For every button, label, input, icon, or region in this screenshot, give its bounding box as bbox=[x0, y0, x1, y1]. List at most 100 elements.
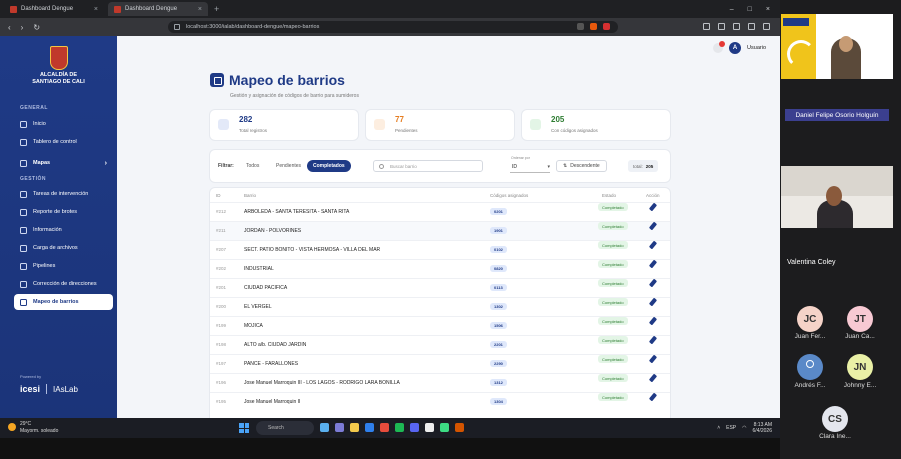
sidebar-item-tablero[interactable]: Tablero de control bbox=[14, 134, 113, 150]
browser-tab-2[interactable]: Dashboard Dengue × bbox=[108, 2, 208, 16]
shield-icon[interactable] bbox=[590, 23, 597, 30]
task-view-icon[interactable] bbox=[335, 423, 344, 432]
edit-pencil-icon[interactable] bbox=[648, 392, 658, 402]
sidebar-item-informacion[interactable]: Información bbox=[14, 222, 113, 238]
table-row[interactable]: #211JORDAN - POLVORINES19141901Completad… bbox=[210, 221, 670, 240]
share-icon[interactable] bbox=[577, 23, 584, 30]
video-tile-speaker[interactable] bbox=[781, 166, 893, 228]
sidebar-item-label: Reporte de brotes bbox=[33, 209, 78, 215]
edit-pencil-icon[interactable] bbox=[648, 278, 658, 288]
status-badge: Completado bbox=[598, 241, 628, 249]
location-icon bbox=[20, 280, 27, 288]
edit-pencil-icon[interactable] bbox=[648, 240, 658, 250]
participant-avatar[interactable] bbox=[797, 354, 823, 380]
app-icon[interactable] bbox=[455, 423, 464, 432]
table-row[interactable]: #199 MOJICA 1506 Completado bbox=[210, 316, 670, 335]
browser-tab-1[interactable]: Dashboard Dengue × bbox=[4, 2, 104, 16]
bell-icon[interactable] bbox=[713, 41, 726, 53]
sidebar-item-tareas[interactable]: Tareas de intervención bbox=[14, 186, 113, 202]
weather-widget[interactable]: 29°C Mayorm. soleado bbox=[8, 421, 58, 434]
table-row[interactable]: #195 Jose Manuel Marroquin II 1304 Completa… bbox=[210, 392, 670, 411]
settings-icon[interactable] bbox=[748, 23, 755, 30]
table-row[interactable]: #201 CIUDAD PACIFICA 0113 Completado bbox=[210, 278, 670, 297]
user-name[interactable]: Usuario bbox=[747, 45, 766, 51]
table-row[interactable]: #207 SECT. PATIO BONITO - VISTA HERMOSA -… bbox=[210, 240, 670, 259]
row-barrio: CIUDAD PACIFICA bbox=[244, 285, 288, 291]
edit-pencil-icon[interactable] bbox=[648, 316, 658, 326]
url-field[interactable]: localhost:3000/ialab/dashboard-dengue/ma… bbox=[168, 21, 618, 33]
table-row[interactable]: #202 INDUSTRIAL 0820 Completado bbox=[210, 259, 670, 278]
video-tile-presenter[interactable] bbox=[781, 14, 893, 79]
edit-pencil-icon[interactable] bbox=[648, 373, 658, 383]
sidebar-item-brotes[interactable]: Reporte de brotes bbox=[14, 204, 113, 220]
reload-icon[interactable]: ↻ bbox=[33, 23, 40, 32]
table-row[interactable]: #212 ARBOLEDA - SANTA TERESITA - SANTA RI… bbox=[210, 202, 670, 221]
app: ALCALDÍA DE SANTIAGO DE CALI GENERAL Ini… bbox=[0, 36, 780, 418]
edit-pencil-icon[interactable] bbox=[648, 221, 658, 231]
chip-todos[interactable]: Todos bbox=[240, 160, 265, 172]
windows-start-icon[interactable] bbox=[239, 423, 249, 433]
stat-value: 282 bbox=[239, 115, 253, 124]
sort-direction-button[interactable]: ⇅ Descendente bbox=[556, 160, 607, 172]
edge-icon[interactable] bbox=[365, 423, 374, 432]
table-row[interactable]: #197 PANCE - FARALLONES 2290 Completado bbox=[210, 354, 670, 373]
chip-completados[interactable]: Completados bbox=[307, 160, 351, 172]
sidebar-icon[interactable] bbox=[718, 23, 725, 30]
clock[interactable]: 8:13 AM 6/4/2026 bbox=[753, 422, 772, 434]
close-window-icon[interactable]: × bbox=[766, 6, 770, 13]
sidebar-item-pipelines[interactable]: Pipelines bbox=[14, 258, 113, 274]
participant-avatar[interactable]: CS bbox=[822, 406, 848, 432]
edit-pencil-icon[interactable] bbox=[648, 297, 658, 307]
lang-indicator[interactable]: ESP bbox=[726, 425, 736, 431]
participant-avatar[interactable]: JC bbox=[797, 306, 823, 332]
table-row[interactable]: #196 Jose Manuel Marroquin III - LOS LAGO… bbox=[210, 373, 670, 392]
chip-pendientes[interactable]: Pendientes bbox=[270, 160, 307, 172]
row-id: #212 bbox=[216, 209, 227, 214]
rewards-icon[interactable] bbox=[603, 23, 610, 30]
edit-pencil-icon[interactable] bbox=[648, 354, 658, 364]
discord-icon[interactable] bbox=[410, 423, 419, 432]
edit-pencil-icon[interactable] bbox=[648, 202, 658, 212]
site-info-icon[interactable] bbox=[174, 24, 180, 30]
back-icon[interactable]: ‹ bbox=[8, 23, 11, 32]
row-id: #197 bbox=[216, 361, 227, 366]
participant-avatar[interactable]: JN bbox=[847, 354, 873, 380]
edit-pencil-icon[interactable] bbox=[648, 335, 658, 345]
pipeline-icon bbox=[20, 262, 27, 270]
maximize-icon[interactable]: □ bbox=[748, 6, 752, 13]
widgets-icon[interactable] bbox=[320, 423, 329, 432]
menu-icon[interactable] bbox=[763, 23, 770, 30]
close-tab-icon[interactable]: × bbox=[198, 6, 202, 13]
table-row[interactable]: #200 EL VERGEL 1302 Completado bbox=[210, 297, 670, 316]
brave-icon[interactable] bbox=[380, 423, 389, 432]
close-tab-icon[interactable]: × bbox=[94, 6, 98, 13]
new-tab-icon[interactable]: + bbox=[214, 4, 219, 14]
sidebar-item-mapas[interactable]: Mapas › bbox=[14, 155, 113, 171]
iaslab-logo: IAsLab bbox=[53, 384, 78, 394]
android-icon[interactable] bbox=[440, 423, 449, 432]
check-circle-icon bbox=[530, 119, 541, 130]
sidebar-item-mapeo[interactable]: Mapeo de barrios bbox=[14, 294, 113, 310]
extensions-icon[interactable] bbox=[703, 23, 710, 30]
minimize-icon[interactable]: – bbox=[730, 6, 734, 13]
chevron-up-icon[interactable]: ˄ bbox=[717, 425, 720, 431]
table-row[interactable]: #198 ALTO a/b. CIUDAD JARDIN 2201 Completad… bbox=[210, 335, 670, 354]
stat-pendientes: 77 Pendientes bbox=[366, 110, 514, 140]
participant-avatar[interactable]: JT bbox=[847, 306, 873, 332]
search-input[interactable]: Buscar barrio bbox=[373, 160, 483, 172]
wifi-icon[interactable]: ◠ bbox=[742, 425, 746, 431]
forward-icon[interactable]: › bbox=[21, 23, 24, 32]
edit-pencil-icon[interactable] bbox=[648, 259, 658, 269]
filter-label: Filtrar: bbox=[218, 163, 234, 169]
upload-icon bbox=[20, 244, 27, 252]
sidebar-item-inicio[interactable]: Inicio bbox=[14, 116, 113, 132]
avatar[interactable]: A bbox=[729, 42, 742, 54]
sidebar-item-direcciones[interactable]: Corrección de direcciones bbox=[14, 276, 113, 292]
taskbar-search[interactable]: Search bbox=[256, 421, 314, 435]
sidebar-item-carga[interactable]: Carga de archivos bbox=[14, 240, 113, 256]
order-select[interactable]: ID ▾ bbox=[510, 162, 550, 173]
file-explorer-icon[interactable] bbox=[350, 423, 359, 432]
spotify-icon[interactable] bbox=[395, 423, 404, 432]
chrome-icon[interactable] bbox=[425, 423, 434, 432]
wallet-icon[interactable] bbox=[733, 23, 740, 30]
